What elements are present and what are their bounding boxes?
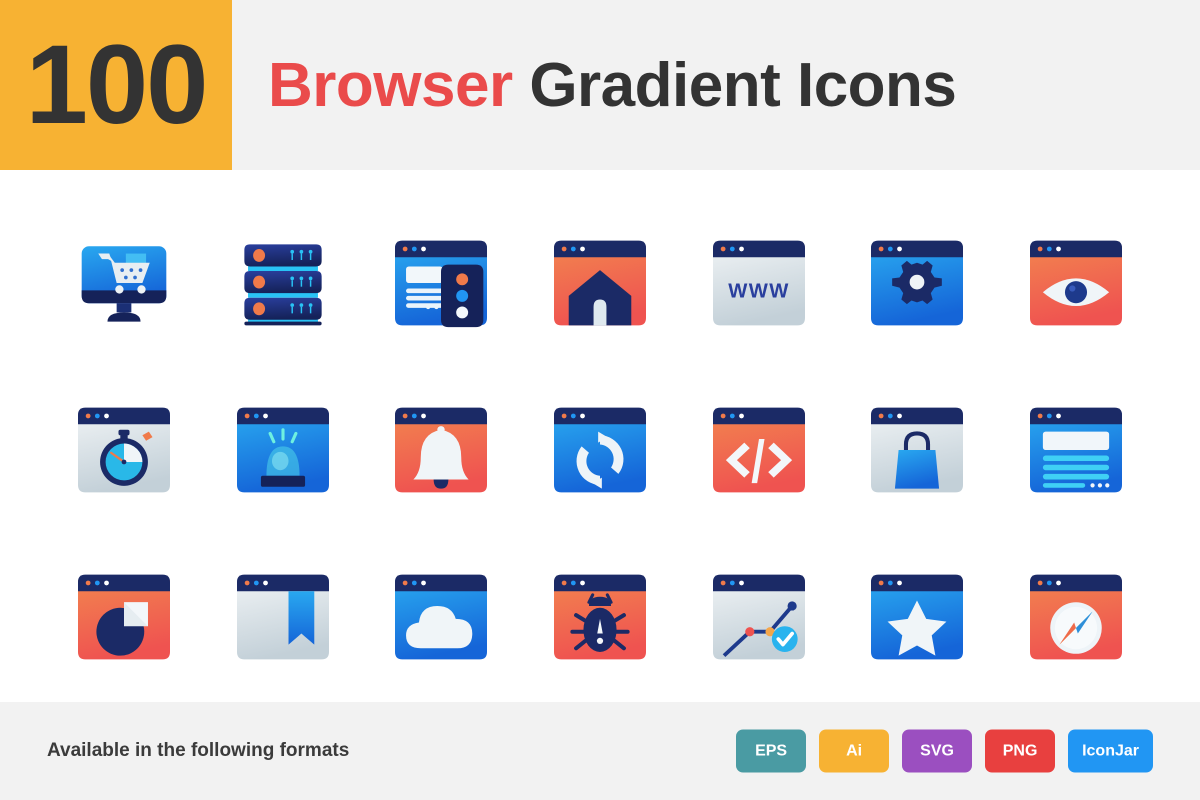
refresh-sync-icon-art	[553, 407, 646, 493]
browser-settings-icon[interactable]	[867, 228, 967, 338]
icon-grid: WWW	[45, 200, 1155, 700]
badge-svg[interactable]: SVG	[902, 729, 973, 773]
bookmark-icon-art	[236, 574, 329, 659]
badge-svg-label: SVG	[920, 742, 954, 759]
poster-page: 100 Browser Gradient Icons WWW Available…	[0, 0, 1200, 800]
badge-iconjar-label: IconJar	[1082, 742, 1139, 759]
analytics-graph-icon[interactable]	[709, 562, 809, 672]
page-view-icon-art	[1029, 241, 1122, 326]
footer-banner: Available in the following formats EPS Ai…	[0, 702, 1200, 800]
page-speed-icon[interactable]	[74, 395, 174, 505]
page-speed-icon-art	[78, 407, 171, 493]
page-title: Browser Gradient Icons	[268, 50, 957, 121]
ecommerce-monitor-icon-art	[81, 246, 167, 322]
browser-alert-icon-art	[236, 407, 329, 493]
page-title-accent: Browser	[268, 50, 513, 120]
formats-label: Available in the following formats	[47, 740, 350, 761]
pie-chart-icon-art	[78, 574, 171, 659]
browser-traffic-light-icon[interactable]	[391, 228, 491, 338]
cloud-icon[interactable]	[391, 562, 491, 672]
server-stack-icon-art	[244, 244, 322, 326]
badge-ai[interactable]: Ai	[819, 729, 890, 773]
source-code-icon-art	[712, 407, 805, 493]
badge-ai-label: Ai	[846, 742, 863, 759]
shopping-bag-icon-art	[871, 407, 964, 493]
notification-bell-icon[interactable]	[391, 395, 491, 505]
notification-bell-icon-art	[395, 407, 488, 493]
header-banner: 100 Browser Gradient Icons	[0, 0, 1200, 170]
page-title-rest: Gradient Icons	[512, 50, 957, 120]
pie-chart-icon[interactable]	[74, 562, 174, 672]
server-stack-icon[interactable]	[233, 228, 333, 338]
icon-count: 100	[25, 22, 209, 147]
article-content-icon[interactable]	[1026, 395, 1126, 505]
badge-png[interactable]: PNG	[985, 729, 1056, 773]
browser-settings-icon-art	[871, 241, 964, 326]
icon-count-box: 100	[0, 0, 232, 170]
www-icon[interactable]: WWW	[709, 228, 809, 338]
svg-text:WWW: WWW	[728, 281, 789, 303]
article-content-icon-art	[1029, 407, 1122, 493]
badge-eps[interactable]: EPS	[736, 729, 807, 773]
badge-png-label: PNG	[1002, 742, 1038, 759]
www-icon-art: WWW	[712, 241, 805, 326]
ecommerce-monitor-icon[interactable]	[74, 228, 174, 338]
format-badge-row: EPS Ai SVG PNG IconJar	[736, 729, 1153, 773]
source-code-icon[interactable]	[709, 395, 809, 505]
bookmark-icon[interactable]	[233, 562, 333, 672]
shopping-bag-icon[interactable]	[867, 395, 967, 505]
analytics-graph-icon-art	[712, 574, 805, 659]
home-page-icon-art	[553, 241, 646, 326]
browser-alert-icon[interactable]	[233, 395, 333, 505]
favorite-star-icon-art	[871, 574, 964, 659]
compass-browser-icon[interactable]	[1026, 562, 1126, 672]
browser-traffic-light-icon-art	[395, 241, 488, 328]
malware-bug-icon-art	[553, 574, 646, 659]
badge-eps-label: EPS	[755, 742, 788, 759]
malware-bug-icon[interactable]	[550, 562, 650, 672]
cloud-icon-art	[395, 574, 488, 659]
header-title-wrap: Browser Gradient Icons	[232, 0, 1200, 170]
compass-browser-icon-art	[1029, 574, 1122, 659]
refresh-sync-icon[interactable]	[550, 395, 650, 505]
page-view-icon[interactable]	[1026, 228, 1126, 338]
home-page-icon[interactable]	[550, 228, 650, 338]
badge-iconjar[interactable]: IconJar	[1068, 729, 1153, 773]
favorite-star-icon[interactable]	[867, 562, 967, 672]
